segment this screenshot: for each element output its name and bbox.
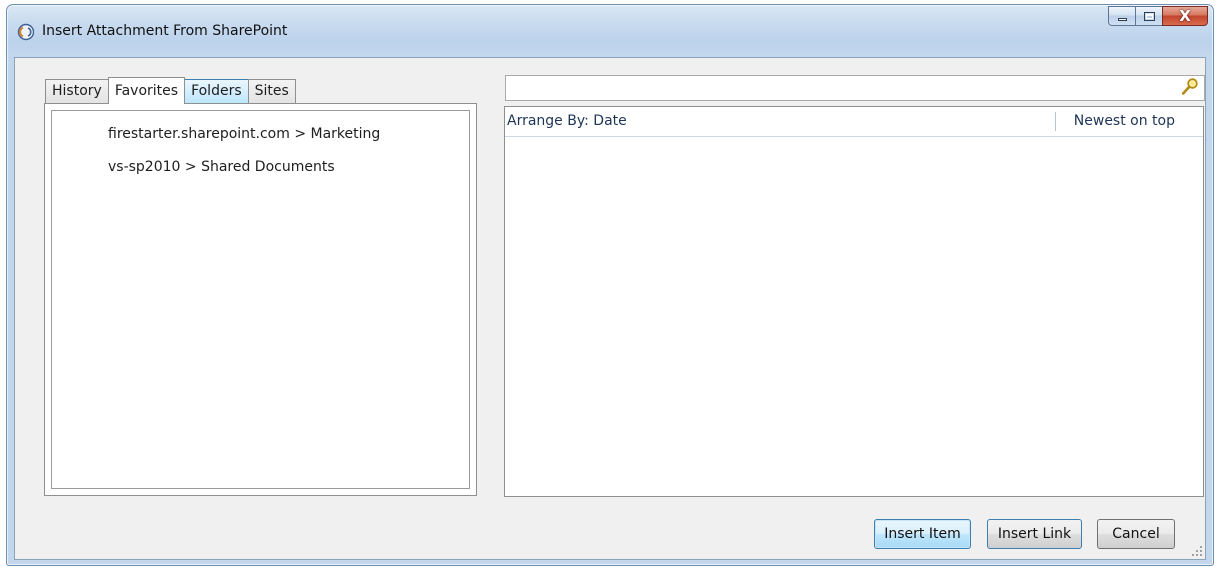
minimize-button[interactable]	[1108, 6, 1135, 26]
search-input[interactable]	[508, 77, 1172, 101]
results-header: Arrange By: Date Newest on top	[505, 107, 1203, 137]
insert-link-button[interactable]: Insert Link	[987, 519, 1082, 549]
favorites-list: firestarter.sharepoint.com > Marketing v…	[108, 123, 380, 189]
minimize-icon	[1118, 18, 1127, 21]
sharepoint-circle-icon	[17, 23, 35, 41]
sort-order-header[interactable]: Newest on top	[1074, 113, 1175, 129]
cancel-button[interactable]: Cancel	[1097, 519, 1175, 549]
source-tabs: History Favorites Folders Sites	[45, 77, 296, 104]
maximize-icon	[1144, 12, 1155, 21]
favorite-item[interactable]: firestarter.sharepoint.com > Marketing	[108, 123, 380, 156]
caption-buttons: X	[1108, 6, 1208, 28]
tab-history[interactable]: History	[45, 79, 109, 103]
resize-grip-icon[interactable]	[1191, 545, 1203, 557]
dialog-client-area: History Favorites Folders Sites firestar…	[14, 57, 1206, 560]
favorites-tab-panel: firestarter.sharepoint.com > Marketing v…	[44, 103, 477, 496]
title-bar[interactable]: Insert Attachment From SharePoint X	[7, 5, 1213, 55]
arrange-by-header[interactable]: Arrange By: Date	[507, 113, 627, 129]
favorites-list-box[interactable]: firestarter.sharepoint.com > Marketing v…	[51, 110, 470, 489]
search-magnifier-icon[interactable]	[1180, 77, 1200, 97]
tab-sites[interactable]: Sites	[247, 79, 296, 103]
close-icon: X	[1179, 7, 1191, 25]
maximize-button[interactable]	[1135, 6, 1162, 26]
results-list[interactable]: Arrange By: Date Newest on top	[504, 106, 1204, 497]
dialog-window: Insert Attachment From SharePoint X Hist…	[6, 4, 1214, 566]
close-button[interactable]: X	[1162, 6, 1208, 26]
favorite-item[interactable]: vs-sp2010 > Shared Documents	[108, 156, 380, 189]
search-box[interactable]	[505, 75, 1205, 101]
tab-folders[interactable]: Folders	[184, 79, 249, 103]
tab-favorites[interactable]: Favorites	[107, 77, 186, 104]
insert-item-button[interactable]: Insert Item	[874, 519, 971, 549]
window-title: Insert Attachment From SharePoint	[42, 23, 288, 39]
header-divider	[1055, 112, 1056, 131]
